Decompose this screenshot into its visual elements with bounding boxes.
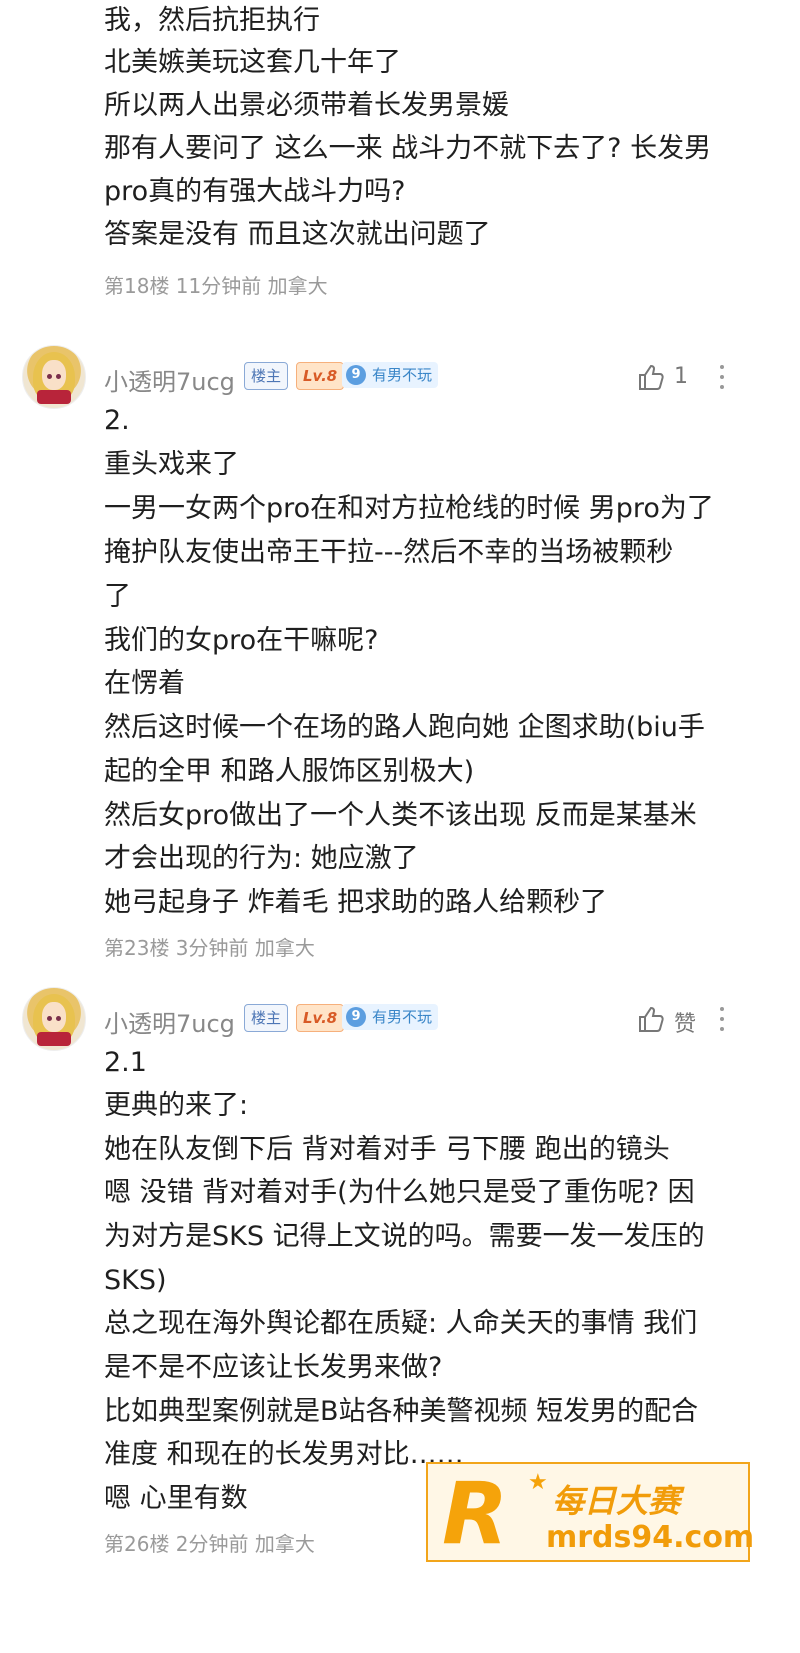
- avatar[interactable]: [22, 345, 86, 409]
- comment-meta: 第18楼 11分钟前 加拿大: [104, 274, 328, 298]
- comment-text-line: 为对方是SKS 记得上文说的吗。需要一发一发压的: [104, 1221, 705, 1252]
- username[interactable]: 小透明7ucg: [104, 1004, 235, 1039]
- comment-text-line: 那有人要问了 这么一来 战斗力不就下去了? 长发男: [104, 133, 712, 164]
- comment-text-line: 准度 和现在的长发男对比……: [104, 1439, 464, 1470]
- username[interactable]: 小透明7ucg: [104, 362, 235, 397]
- comment-text-line: 她在队友倒下后 背对着对手 弓下腰 跑出的镜头: [104, 1134, 670, 1165]
- fan-level-number: 9: [346, 365, 366, 385]
- comment-text-line: 嗯 没错 背对着对手(为什么她只是受了重伤呢? 因: [104, 1177, 695, 1208]
- watermark-logo-letter: R: [442, 1464, 509, 1564]
- level-badge: Lv.8: [296, 1004, 345, 1032]
- comment-text-line: 2.: [104, 405, 130, 436]
- thumbs-up-icon: [639, 364, 664, 390]
- like-button[interactable]: 赞: [636, 1002, 716, 1038]
- fan-tag-label: 有男不玩: [372, 1008, 433, 1026]
- more-options-icon[interactable]: [716, 1005, 728, 1035]
- comment-meta: 第23楼 3分钟前 加拿大: [104, 936, 315, 960]
- watermark-url: mrds94.com: [546, 1520, 755, 1555]
- thumbs-up-icon: [639, 1006, 664, 1032]
- comment-text-line: 掩护队友使出帝王干拉---然后不幸的当场被颗秒: [104, 537, 674, 568]
- comment-text-line: 了: [104, 581, 131, 612]
- like-label: 赞: [674, 1012, 697, 1037]
- comment-meta: 第26楼 2分钟前 加拿大: [104, 1532, 315, 1556]
- comment-text-line: 我，然后抗拒执行: [104, 5, 320, 36]
- comment-text-line: SKS): [104, 1265, 167, 1296]
- fan-tag-label: 有男不玩: [372, 366, 433, 384]
- watermark-logo: R ★ 每日大赛 mrds94.com: [426, 1462, 754, 1564]
- avatar[interactable]: [22, 987, 86, 1051]
- owner-badge: 楼主: [244, 362, 289, 390]
- comment-text-line: 重头戏来了: [104, 449, 239, 480]
- comment-text-line: 她弓起身子 炸着毛 把求助的路人给颗秒了: [104, 887, 608, 918]
- comment-text-line: 北美嫉美玩这套几十年了: [104, 47, 401, 78]
- comment-text-line: 是不是不应该让长发男来做?: [104, 1352, 443, 1383]
- comment-text-line: 2.1: [104, 1047, 147, 1078]
- like-button[interactable]: 1: [636, 360, 716, 396]
- fan-level-number: 9: [346, 1007, 366, 1027]
- watermark-brand-text: 每日大赛: [552, 1482, 681, 1520]
- comment-text-line: 总之现在海外舆论都在质疑: 人命关天的事情 我们: [104, 1308, 698, 1339]
- comment-text-line: 在愣着: [104, 668, 185, 699]
- fan-tag-badge: 9 有男不玩: [342, 1004, 439, 1030]
- comment-text-line: 比如典型案例就是B站各种美警视频 短发男的配合: [104, 1396, 699, 1427]
- more-options-icon[interactable]: [716, 363, 728, 393]
- level-badge: Lv.8: [296, 362, 345, 390]
- comment-text-line: 然后女pro做出了一个人类不该出现 反而是某基米: [104, 800, 697, 831]
- fan-tag-badge: 9 有男不玩: [342, 362, 439, 388]
- comment-text-line: 答案是没有 而且这次就出问题了: [104, 219, 491, 250]
- comment-text-line: 我们的女pro在干嘛呢?: [104, 625, 379, 656]
- comment-text-line: 起的全甲 和路人服饰区别极大): [104, 756, 475, 787]
- comment-text-line: pro真的有强大战斗力吗?: [104, 176, 406, 207]
- like-count: 1: [674, 364, 688, 389]
- owner-badge: 楼主: [244, 1004, 289, 1032]
- comment-text-line: 嗯 心里有数: [104, 1483, 248, 1514]
- comment-text-line: 然后这时候一个在场的路人跑向她 企图求助(biu手: [104, 712, 705, 743]
- star-icon: ★: [528, 1470, 548, 1495]
- comment-text-line: 更典的来了:: [104, 1090, 249, 1121]
- comment-text-line: 一男一女两个pro在和对方拉枪线的时候 男pro为了: [104, 493, 714, 524]
- comment-text-line: 才会出现的行为: 她应激了: [104, 843, 419, 874]
- comment-text-line: 所以两人出景必须带着长发男景媛: [104, 90, 509, 121]
